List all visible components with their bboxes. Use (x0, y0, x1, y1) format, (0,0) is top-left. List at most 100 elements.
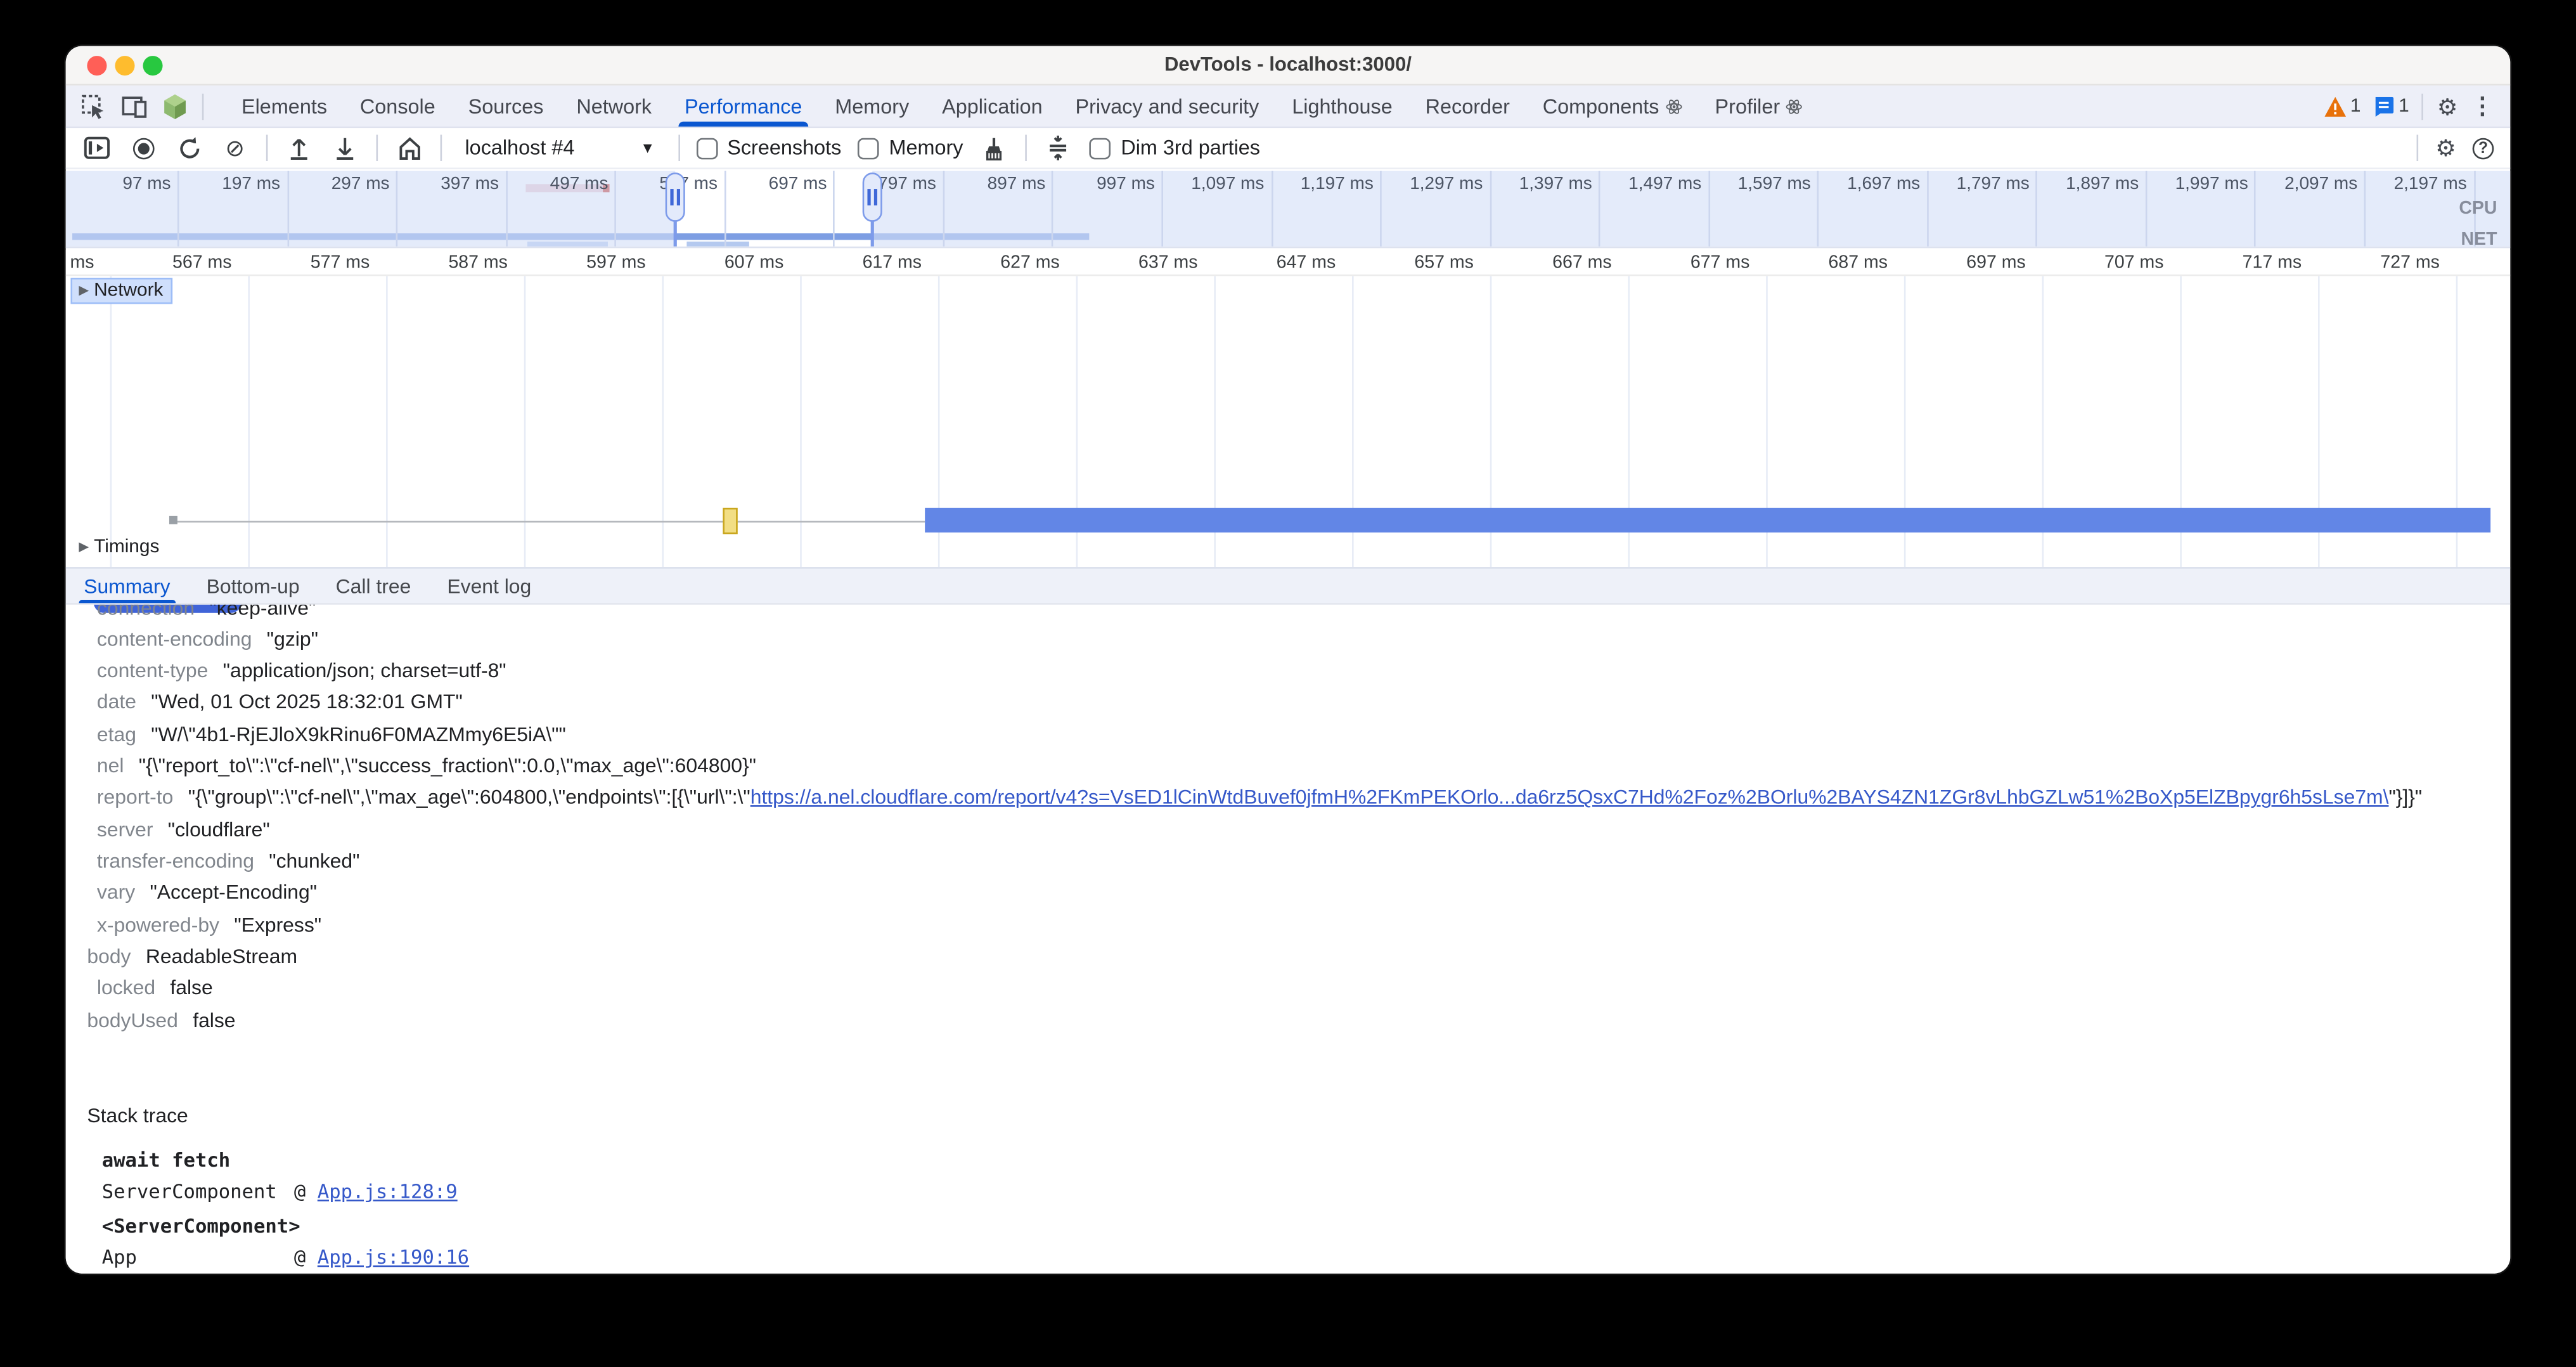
tab-elements[interactable]: Elements (225, 86, 344, 127)
detail-key: etag (97, 723, 136, 746)
ruler-tick-label: 617 ms (843, 253, 942, 273)
dim-3rd-parties-label: Dim 3rd parties (1121, 136, 1260, 159)
network-request-marker[interactable] (723, 508, 737, 534)
detail-row-connection: connection"keep-alive" (66, 605, 2511, 625)
detail-key: locked (97, 976, 155, 999)
ruler-tick-label: 597 ms (567, 253, 666, 273)
device-toolbar-icon[interactable] (122, 93, 148, 119)
selection-window-right-handle[interactable] (863, 172, 882, 222)
collect-garbage-icon[interactable] (979, 133, 1009, 163)
detail-key: x-powered-by (97, 913, 219, 936)
overview-tick-label: 497 ms (496, 174, 608, 194)
details-tab-bottom-up[interactable]: Bottom-up (188, 569, 318, 603)
frame-source-link[interactable]: App.js:190:16 (318, 1246, 469, 1269)
overview-tick-label: 1,297 ms (1371, 174, 1483, 194)
tab-recorder[interactable]: Recorder (1409, 86, 1526, 127)
frame-source-link[interactable]: App.js:128:9 (318, 1180, 458, 1203)
details-tabbar: SummaryBottom-upCall treeEvent log (66, 567, 2511, 605)
tab-privacy-and-security[interactable]: Privacy and security (1059, 86, 1276, 127)
load-profile-icon[interactable] (284, 133, 314, 163)
detail-row-date: date"Wed, 01 Oct 2025 18:32:01 GMT" (66, 688, 2511, 720)
save-profile-icon[interactable] (330, 133, 360, 163)
details-tab-summary[interactable]: Summary (66, 569, 188, 603)
detail-value-suffix: "}]}" (2388, 786, 2422, 809)
issues-count: 1 (2399, 96, 2409, 116)
clear-icon[interactable]: ⊘ (220, 133, 250, 163)
tab-sources[interactable]: Sources (452, 86, 560, 127)
settings-gear-icon[interactable]: ⚙ (2437, 94, 2458, 117)
ruler-tick-label: 697 ms (1947, 253, 2045, 273)
flame-chart-tracks: ▶Network ▶Timings ▼Server Requests — Cus… (66, 276, 2511, 567)
track-gridline (386, 276, 388, 567)
track-timings-label[interactable]: ▶Timings (79, 538, 159, 557)
selection-window-edge[interactable] (674, 220, 676, 246)
track-gridline (248, 276, 250, 567)
at-symbol: @ (294, 1180, 318, 1203)
stack-trace-header: Stack trace (87, 1101, 188, 1131)
tab-components[interactable]: Components (1526, 86, 1699, 127)
record-icon[interactable] (128, 133, 158, 163)
overview-tick-label: 697 ms (715, 174, 827, 194)
help-icon[interactable]: ? (2473, 137, 2494, 159)
tab-performance[interactable]: Performance (668, 86, 818, 127)
divider (2418, 135, 2419, 161)
detail-row-vary: vary"Accept-Encoding" (66, 878, 2511, 910)
tab-network[interactable]: Network (560, 86, 668, 127)
inspect-element-icon[interactable] (80, 93, 106, 119)
capture-settings-gear-icon[interactable]: ⚙ (2435, 136, 2456, 159)
toggle-recording-view-icon[interactable] (82, 133, 112, 163)
overview-tick-label: 1,397 ms (1481, 174, 1592, 194)
detail-row-nel: nel"{\"report_to\":\"cf-nel\",\"success_… (66, 751, 2511, 783)
detail-value: false (170, 976, 212, 999)
panel-tabs: ElementsConsoleSourcesNetworkPerformance… (225, 86, 1819, 127)
selection-window-edge[interactable] (871, 220, 873, 246)
details-tab-event-log[interactable]: Event log (429, 569, 550, 603)
details-tab-call-tree[interactable]: Call tree (318, 569, 429, 603)
issues-badge[interactable]: 1 (2374, 96, 2409, 116)
node-extension-icon[interactable] (163, 93, 188, 119)
divider (266, 135, 268, 161)
overview-tick-label: 1,797 ms (1918, 174, 2030, 194)
ruler-tick-label: 717 ms (2223, 253, 2322, 273)
performance-toolbar: ⊘ localhost #4 ▼ Screenshots (66, 128, 2511, 169)
overview-tick-label: 1,497 ms (1590, 174, 1701, 194)
shrink-timeline-icon[interactable] (1044, 133, 1074, 163)
detail-value: "cloudflare" (168, 818, 270, 841)
devtools-tabbar: ElementsConsoleSourcesNetworkPerformance… (66, 86, 2511, 128)
dim-3rd-parties-checkbox[interactable]: Dim 3rd parties (1090, 136, 1260, 159)
tab-application[interactable]: Application (925, 86, 1059, 127)
checkbox-box (858, 137, 879, 159)
detail-value: "gzip" (267, 628, 318, 651)
screenshots-checkbox[interactable]: Screenshots (696, 136, 841, 159)
tab-console[interactable]: Console (344, 86, 452, 127)
tab-lighthouse[interactable]: Lighthouse (1275, 86, 1408, 127)
show-ignore-listed-frames-link[interactable]: Show ignore-listed frames (102, 1272, 498, 1274)
tab-memory[interactable]: Memory (818, 86, 925, 127)
selection-window-left-handle[interactable] (666, 172, 685, 222)
divider (377, 135, 378, 161)
more-options-kebab-icon[interactable]: ⋮ (2471, 92, 2494, 120)
detail-row-x-powered-by: x-powered-by"Express" (66, 910, 2511, 942)
detail-value-link[interactable]: https://a.nel.cloudflare.com/report/v4?s… (750, 786, 2389, 809)
track-network-label[interactable]: ▶Network (70, 278, 172, 304)
track-gridline (800, 276, 802, 567)
detail-row-content-encoding: content-encoding"gzip" (66, 624, 2511, 656)
record-and-reload-icon[interactable] (174, 133, 204, 163)
detail-row-etag: etag"W/\"4b1-RjEJloX9kRinu6F0MAZMmy6E5iA… (66, 720, 2511, 751)
live-metrics-home-icon[interactable] (394, 133, 424, 163)
overview-tick-label: 1,597 ms (1699, 174, 1811, 194)
history-select[interactable]: localhost #4 ▼ (458, 136, 661, 159)
detail-value: "application/json; charset=utf-8" (223, 659, 506, 682)
tab-profiler[interactable]: Profiler (1699, 86, 1820, 127)
devtools-window: DevTools - localhost:3000/ (66, 46, 2511, 1274)
frame-function-name: App (102, 1246, 294, 1269)
net-label: NET (2461, 230, 2497, 249)
ruler-tick-label: 657 ms (1394, 253, 1493, 273)
divider (1026, 135, 1027, 161)
tabbar-left-icons (66, 93, 219, 119)
overview-tick-label: 1,097 ms (1152, 174, 1264, 194)
timeline-overview[interactable]: 97 ms197 ms297 ms397 ms497 ms597 ms697 m… (66, 171, 2511, 249)
memory-checkbox[interactable]: Memory (858, 136, 963, 159)
network-request-bar[interactable] (925, 508, 2490, 533)
warnings-badge[interactable]: 1 (2324, 96, 2360, 116)
